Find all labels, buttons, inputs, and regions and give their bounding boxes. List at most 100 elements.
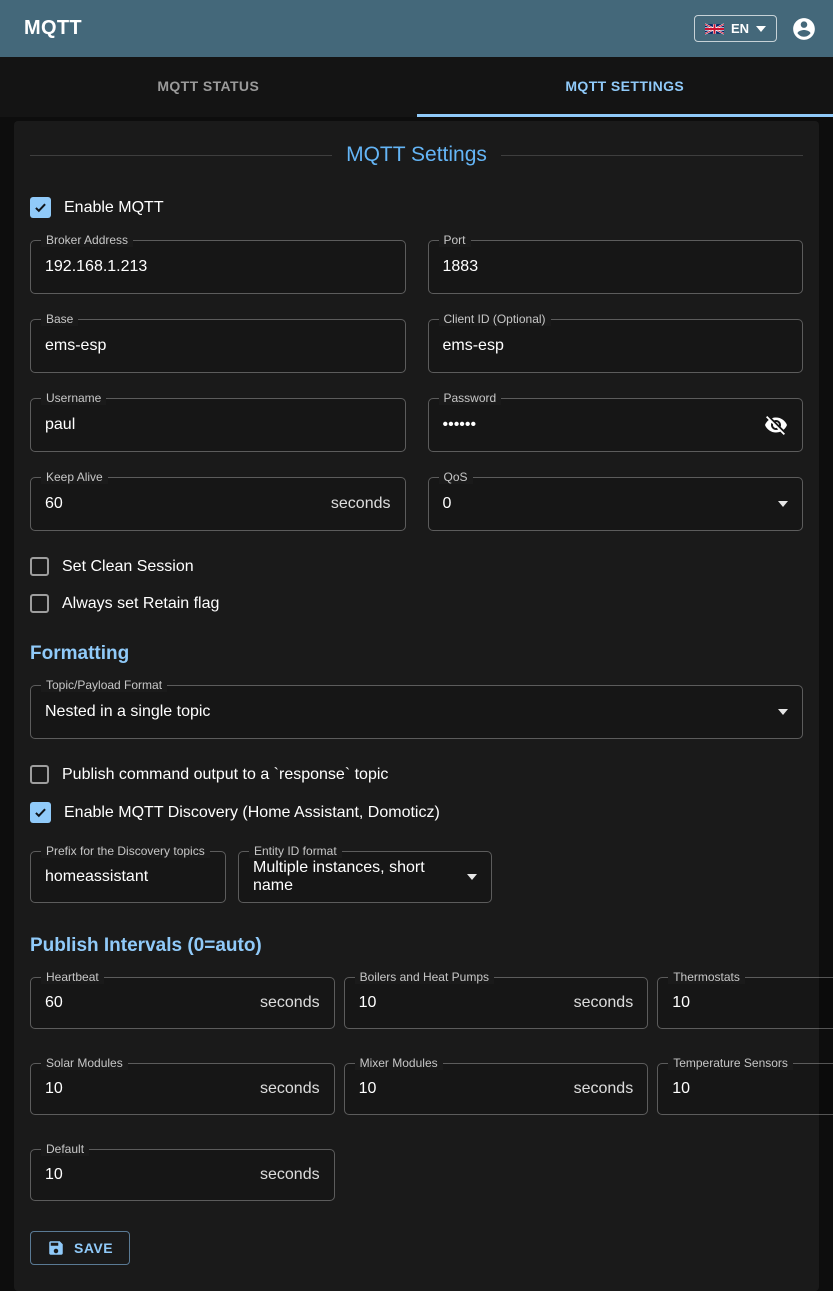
topic-format-value: Nested in a single topic <box>45 703 778 721</box>
account-circle-icon[interactable] <box>791 16 817 42</box>
chevron-down-icon <box>778 501 788 507</box>
language-label: EN <box>731 21 749 36</box>
checkbox-checked-icon <box>30 197 51 218</box>
field-label: Topic/Payload Format <box>41 678 167 692</box>
divider-line <box>501 155 803 156</box>
seconds-adornment: seconds <box>260 1080 320 1098</box>
checkbox-label: Enable MQTT Discovery (Home Assistant, D… <box>64 804 440 822</box>
seconds-adornment: seconds <box>260 1166 320 1184</box>
field-client-id: Client ID (Optional) <box>428 319 804 373</box>
field-label: Base <box>41 312 78 326</box>
field-label: Client ID (Optional) <box>439 312 551 326</box>
field-broker-address: Broker Address <box>30 240 406 294</box>
field-label: QoS <box>439 470 473 484</box>
checkbox-unchecked-icon <box>30 594 49 613</box>
field-label: Mixer Modules <box>355 1056 443 1070</box>
heartbeat-input[interactable] <box>45 994 252 1012</box>
solar-modules-input[interactable] <box>45 1080 252 1098</box>
checkbox-unchecked-icon <box>30 557 49 576</box>
field-label: Prefix for the Discovery topics <box>41 844 210 858</box>
checkbox-clean-session[interactable]: Set Clean Session <box>30 557 803 576</box>
keep-alive-input[interactable] <box>45 495 323 513</box>
seconds-adornment: seconds <box>574 994 634 1012</box>
checkbox-label: Always set Retain flag <box>62 595 219 613</box>
appbar-actions: EN <box>694 15 817 42</box>
mixer-modules-input[interactable] <box>359 1080 566 1098</box>
field-label: Boilers and Heat Pumps <box>355 970 494 984</box>
field-label: Port <box>439 233 471 247</box>
checkbox-unchecked-icon <box>30 765 49 784</box>
chevron-down-icon <box>778 709 788 715</box>
entity-format-value: Multiple instances, short name <box>253 859 467 895</box>
publish-intervals-header: Publish Intervals (0=auto) <box>30 935 803 957</box>
checkbox-label: Enable MQTT <box>64 199 164 217</box>
field-keep-alive: Keep Alive seconds <box>30 477 406 531</box>
checkbox-checked-icon <box>30 802 51 823</box>
seconds-adornment: seconds <box>260 994 320 1012</box>
discovery-prefix-input[interactable] <box>45 868 211 886</box>
checkbox-enable-mqtt[interactable]: Enable MQTT <box>30 197 803 218</box>
username-input[interactable] <box>45 416 391 434</box>
boilers-input[interactable] <box>359 994 566 1012</box>
field-base: Base <box>30 319 406 373</box>
client-id-input[interactable] <box>443 337 789 355</box>
port-input[interactable] <box>443 258 789 276</box>
seconds-adornment: seconds <box>331 495 391 513</box>
field-label: Thermostats <box>668 970 745 984</box>
checkbox-response-topic[interactable]: Publish command output to a `response` t… <box>30 765 803 784</box>
field-discovery-prefix: Prefix for the Discovery topics <box>30 851 226 903</box>
password-input[interactable] <box>443 416 765 434</box>
chevron-down-icon <box>467 874 477 880</box>
field-label: Default <box>41 1142 89 1156</box>
discovery-fields-row: Prefix for the Discovery topics Entity I… <box>30 851 803 903</box>
field-label: Temperature Sensors <box>668 1056 793 1070</box>
checkbox-label: Set Clean Session <box>62 558 194 576</box>
save-button[interactable]: SAVE <box>30 1231 130 1265</box>
field-mixer-modules: Mixer Modules seconds <box>344 1063 649 1115</box>
settings-title: MQTT Settings <box>346 143 487 167</box>
field-solar-modules: Solar Modules seconds <box>30 1063 335 1115</box>
field-label: Solar Modules <box>41 1056 128 1070</box>
checkbox-mqtt-discovery[interactable]: Enable MQTT Discovery (Home Assistant, D… <box>30 802 803 823</box>
temperature-sensors-input[interactable] <box>672 1080 833 1098</box>
tab-mqtt-settings[interactable]: MQTT SETTINGS <box>417 57 833 117</box>
field-heartbeat: Heartbeat seconds <box>30 977 335 1029</box>
checkbox-retain-flag[interactable]: Always set Retain flag <box>30 594 803 613</box>
divider-line <box>30 155 332 156</box>
select-entity-id-format[interactable]: Entity ID format Multiple instances, sho… <box>238 851 492 903</box>
field-label: Entity ID format <box>249 844 342 858</box>
field-username: Username <box>30 398 406 452</box>
language-selector[interactable]: EN <box>694 15 777 42</box>
base-input[interactable] <box>45 337 391 355</box>
save-button-label: SAVE <box>74 1240 113 1256</box>
field-default-interval: Default seconds <box>30 1149 335 1201</box>
field-password: Password <box>428 398 804 452</box>
tab-bar: MQTT STATUS MQTT SETTINGS <box>0 57 833 117</box>
uk-flag-icon <box>705 23 724 35</box>
seconds-adornment: seconds <box>574 1080 634 1098</box>
formatting-header: Formatting <box>30 643 803 665</box>
field-boilers-heat-pumps: Boilers and Heat Pumps seconds <box>344 977 649 1029</box>
field-label: Heartbeat <box>41 970 104 984</box>
field-label: Keep Alive <box>41 470 108 484</box>
tab-mqtt-status[interactable]: MQTT STATUS <box>0 57 417 117</box>
settings-title-divider: MQTT Settings <box>30 143 803 167</box>
page-title: MQTT <box>24 17 82 40</box>
field-temperature-sensors: Temperature Sensors seconds <box>657 1063 833 1115</box>
app-bar: MQTT EN <box>0 0 833 57</box>
checkbox-label: Publish command output to a `response` t… <box>62 766 388 784</box>
field-label: Password <box>439 391 502 405</box>
broker-address-input[interactable] <box>45 258 391 276</box>
default-interval-input[interactable] <box>45 1166 252 1184</box>
settings-card: MQTT Settings Enable MQTT Broker Address… <box>14 121 819 1291</box>
field-label: Username <box>41 391 106 405</box>
thermostats-input[interactable] <box>672 994 833 1012</box>
field-port: Port <box>428 240 804 294</box>
select-qos[interactable]: QoS 0 <box>428 477 804 531</box>
field-label: Broker Address <box>41 233 133 247</box>
field-thermostats: Thermostats seconds <box>657 977 833 1029</box>
select-topic-payload-format[interactable]: Topic/Payload Format Nested in a single … <box>30 685 803 739</box>
save-icon <box>47 1239 65 1257</box>
qos-value: 0 <box>443 495 779 513</box>
visibility-off-icon[interactable] <box>764 413 788 437</box>
